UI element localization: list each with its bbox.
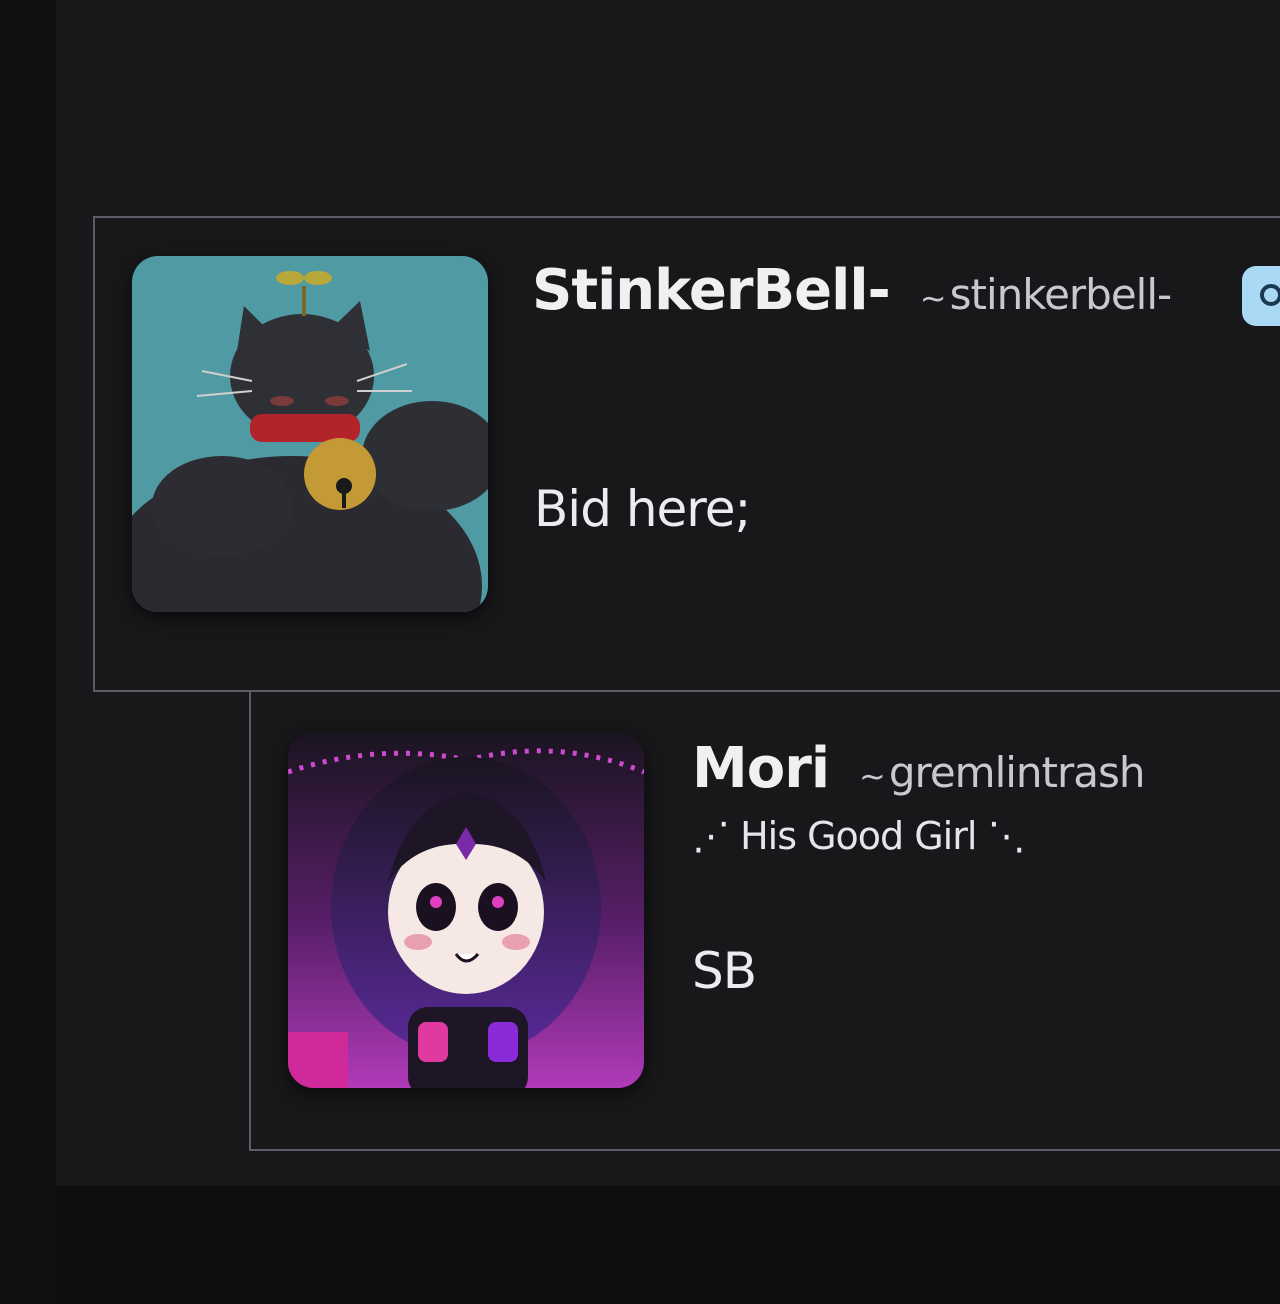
- username-link[interactable]: ~gremlintrash: [859, 748, 1146, 797]
- username-prefix: ~: [859, 757, 886, 795]
- chibi-girl-avatar: [288, 732, 644, 1088]
- display-name[interactable]: StinkerBell-: [532, 258, 891, 323]
- black-cat-with-bell-avatar: [132, 256, 488, 612]
- display-name[interactable]: Mori: [692, 736, 830, 801]
- user-tagline: ⋰ His Good Girl ⋱: [692, 814, 1025, 858]
- badge[interactable]: [1242, 266, 1280, 326]
- avatar-stinkerbell[interactable]: [132, 256, 488, 612]
- username-text: stinkerbell-: [949, 270, 1173, 319]
- avatar-mori[interactable]: [288, 732, 644, 1088]
- comment-card: StinkerBell- ~stinkerbell- Bid here;: [93, 216, 1280, 692]
- left-rail: [0, 0, 56, 1304]
- name-row: Mori ~gremlintrash: [692, 736, 1146, 801]
- reply-card: Mori ~gremlintrash ⋰ His Good Girl ⋱ SB: [249, 690, 1280, 1151]
- badge-icon: [1260, 284, 1280, 306]
- username-link[interactable]: ~stinkerbell-: [919, 270, 1173, 319]
- comment-body: Bid here;: [534, 480, 751, 538]
- footer-bar: [56, 1186, 1280, 1304]
- comment-body: SB: [692, 942, 757, 1000]
- username-text: gremlintrash: [888, 748, 1146, 797]
- username-prefix: ~: [919, 279, 947, 317]
- name-row: StinkerBell- ~stinkerbell-: [532, 258, 1173, 323]
